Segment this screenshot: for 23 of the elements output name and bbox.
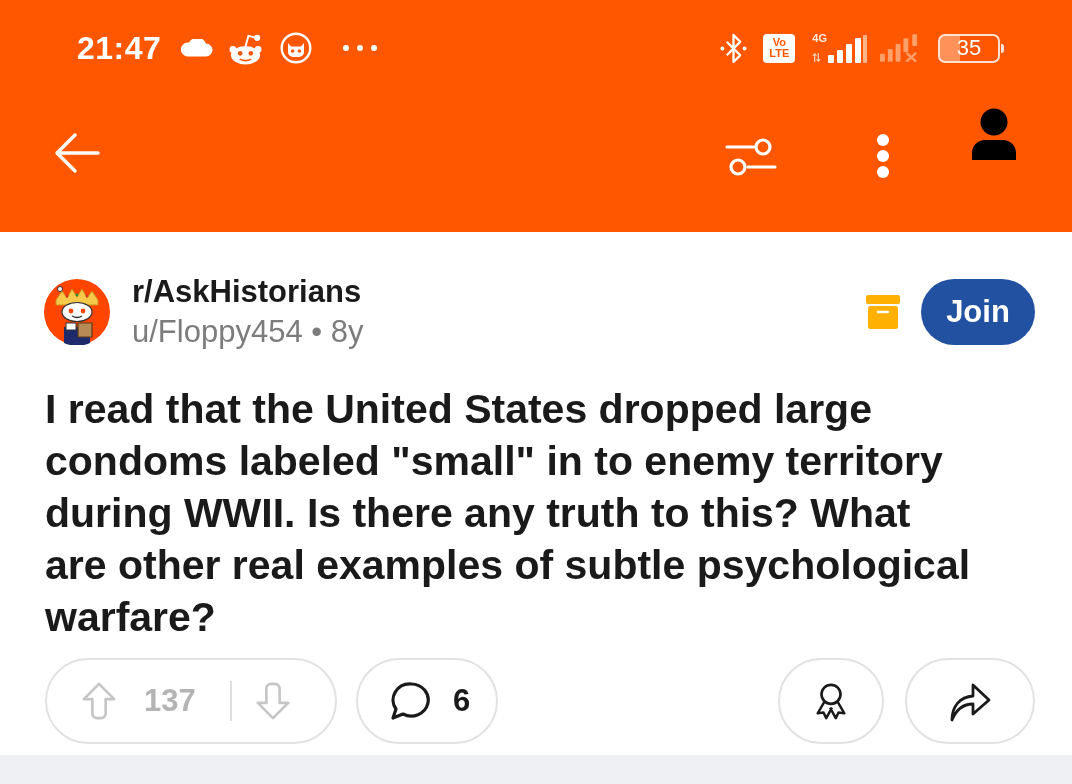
signal-bars-icon: [828, 35, 868, 63]
back-arrow-icon[interactable]: [53, 130, 101, 176]
cat-face-icon: [280, 32, 313, 64]
volte-badge: Vo LTE: [763, 33, 796, 63]
more-icon[interactable]: [876, 133, 890, 179]
battery-indicator: 35: [938, 33, 1004, 63]
comments-button[interactable]: 6: [356, 658, 498, 744]
cloud-icon: [179, 39, 214, 57]
speech-bubble-icon: [389, 681, 431, 721]
mascot-avatar-icon: [44, 279, 110, 345]
vote-count: 137: [144, 684, 196, 718]
join-button[interactable]: Join: [921, 279, 1035, 345]
subreddit-name[interactable]: r/AskHistorians: [132, 272, 362, 312]
data-arrows-icon: [812, 52, 822, 63]
post-meta: u/Floppy454 • 8y: [132, 313, 364, 351]
post-title: I read that the United States dropped large condoms labeled "small" in to enemy territory during WWII. Is there any truth to this? What are other real examples of subtle psychological warfare?: [45, 385, 972, 642]
arrow-up-icon: [80, 681, 118, 721]
bluetooth-icon: [720, 32, 748, 64]
profile-icon[interactable]: [969, 108, 1019, 160]
clock-time: 21:47: [77, 30, 162, 66]
network-type-label: 4G: [812, 33, 827, 44]
sliders-icon[interactable]: [725, 138, 777, 176]
ellipsis-icon: [343, 45, 378, 51]
